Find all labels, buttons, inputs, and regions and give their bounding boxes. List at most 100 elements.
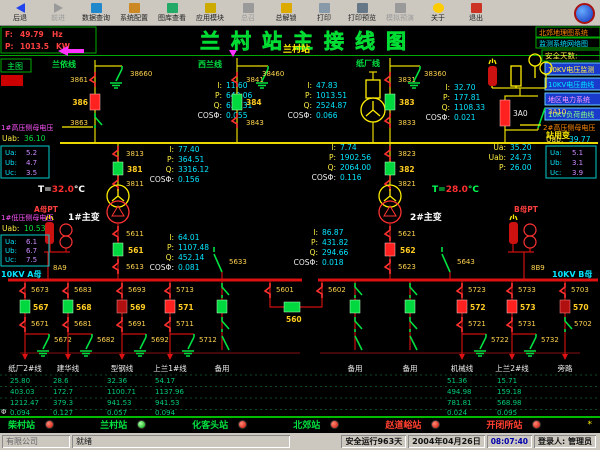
breaker-570[interactable]	[560, 300, 570, 313]
breaker-3A0[interactable]	[500, 100, 510, 126]
breaker-spare[interactable]	[405, 300, 415, 313]
database-icon	[91, 3, 102, 13]
disconnect-5613[interactable]	[113, 259, 118, 274]
breaker-383[interactable]	[385, 94, 395, 110]
earth-switch-open[interactable]	[222, 336, 229, 350]
voltage-monitor-label: 10KV电压监测	[548, 65, 594, 74]
disconnect-5601[interactable]	[265, 283, 270, 298]
disconnect-5611[interactable]	[113, 226, 118, 241]
breaker-568[interactable]	[63, 300, 73, 313]
disconnect-label: 5613	[126, 263, 144, 271]
disconnect-5671[interactable]	[20, 317, 25, 332]
feeder-bay-spare: 备用	[348, 280, 363, 373]
disconnect-5681[interactable]	[63, 317, 68, 332]
disconnect-5602[interactable]	[317, 283, 322, 298]
disconnect-3823[interactable]	[385, 146, 390, 161]
unlock-all-button[interactable]: 总解锁	[268, 2, 304, 23]
disconnect-open[interactable]	[410, 317, 417, 332]
breaker-label: 561	[128, 246, 144, 255]
breaker-560[interactable]	[284, 302, 300, 312]
breaker-spare[interactable]	[350, 300, 360, 313]
station-huaketou[interactable]: 化客头站	[192, 418, 247, 431]
station-beijiao[interactable]: 北郊站	[293, 418, 339, 431]
uc-value: 7.5	[26, 256, 37, 264]
breaker-571[interactable]	[165, 300, 175, 313]
geo-map-link[interactable]: 北郊地理图系统	[539, 28, 588, 37]
disconnect-5673[interactable]	[20, 283, 25, 298]
data-query-button[interactable]: 数据查询	[78, 2, 114, 23]
breaker-561[interactable]	[113, 243, 123, 256]
bus-b-pt[interactable]: B母PT 8B9	[508, 205, 545, 280]
network-map-link[interactable]: 监测系统网络图	[539, 39, 588, 48]
earth-switch-open[interactable]	[410, 336, 417, 350]
disconnect-5623[interactable]	[385, 259, 390, 274]
disconnect-5621[interactable]	[385, 226, 390, 241]
disconnect-3863[interactable]	[95, 113, 102, 128]
disconnect-3831[interactable]	[385, 72, 390, 87]
cos-label: COSΦ:	[294, 258, 318, 267]
transformer-lv-winding[interactable]	[107, 201, 129, 223]
earth-switch-open[interactable]	[355, 336, 362, 350]
breaker-562[interactable]	[385, 243, 395, 256]
pt-35kv[interactable]	[361, 72, 385, 143]
disconnect-label: 3823	[398, 150, 416, 158]
disconnect-5731[interactable]	[507, 317, 512, 332]
breaker-569[interactable]	[117, 300, 127, 313]
arrester	[509, 222, 518, 244]
breaker-384[interactable]	[232, 94, 242, 110]
breaker-567[interactable]	[20, 300, 30, 313]
disconnect-open[interactable]	[355, 283, 362, 298]
disconnect-5721[interactable]	[457, 317, 462, 332]
disconnect-3821[interactable]	[385, 176, 390, 191]
disconnect-5723[interactable]	[457, 283, 462, 298]
forward-button[interactable]: 前进	[40, 2, 76, 23]
transformer-lv-winding[interactable]	[379, 201, 401, 223]
alarm-box[interactable]	[1, 75, 23, 86]
disconnect-3833[interactable]	[385, 113, 390, 128]
library-view-button[interactable]: 图库查看	[154, 2, 190, 23]
disconnect-5713[interactable]	[165, 283, 170, 298]
app-module-button[interactable]: 应用模块	[192, 2, 228, 23]
breaker-572[interactable]	[457, 300, 467, 313]
station-kaibisuo[interactable]: 开闭所站	[486, 418, 541, 431]
print-preview-button[interactable]: 打印预览	[344, 2, 380, 23]
disconnect-5711[interactable]	[165, 317, 170, 332]
i-label: I:	[307, 81, 312, 90]
disconnect-open[interactable]	[410, 283, 417, 298]
disconnect-5702[interactable]	[565, 317, 572, 332]
freq-value: 49.79	[20, 30, 44, 39]
disconnect-open[interactable]	[222, 317, 229, 332]
disconnect-5683[interactable]	[63, 283, 68, 298]
disconnect-5703[interactable]	[560, 283, 565, 298]
breaker-spare[interactable]	[217, 300, 227, 313]
station-chaicun[interactable]: 柴村站	[8, 418, 54, 431]
disconnect-5693[interactable]	[117, 283, 122, 298]
back-button[interactable]: 后退	[2, 2, 38, 23]
disconnect-3861[interactable]	[90, 72, 95, 87]
about-button[interactable]: 关于	[420, 2, 456, 23]
breaker-382[interactable]	[385, 162, 395, 175]
voltage-panel-1hv: 1#高压侧母电压 Uab: 36.10 Ua: 5.2 Ub: 4.7 Uc: …	[1, 123, 93, 178]
system-config-button[interactable]: 系统配置	[116, 2, 152, 23]
p-label: P:	[443, 93, 450, 102]
disconnect-5691[interactable]	[117, 317, 122, 332]
print-button[interactable]: 打印	[306, 2, 342, 23]
disconnect-open[interactable]	[222, 283, 229, 298]
breaker-573[interactable]	[507, 300, 517, 313]
disconnect-3813[interactable]	[113, 146, 118, 161]
breaker-386[interactable]	[90, 94, 100, 110]
disconnect-5733[interactable]	[507, 283, 512, 298]
disconnect-3811[interactable]	[113, 176, 118, 191]
station-name: 北郊站	[293, 418, 320, 431]
exit-button[interactable]: 退出	[458, 2, 494, 23]
simulation-button[interactable]: 模拟预演	[382, 2, 418, 23]
spacer	[292, 435, 339, 448]
station-lancun[interactable]: 兰村站	[100, 418, 146, 431]
disconnect-5643[interactable]	[442, 247, 450, 272]
disconnect-open[interactable]	[355, 317, 362, 332]
station-zhaodaoyu[interactable]: 赵道峪站	[385, 418, 440, 431]
earth-switch-38660[interactable]	[110, 66, 122, 88]
general-call-button[interactable]: 总召	[230, 2, 266, 23]
disconnect-5633[interactable]	[214, 247, 222, 272]
breaker-381[interactable]	[113, 162, 123, 175]
